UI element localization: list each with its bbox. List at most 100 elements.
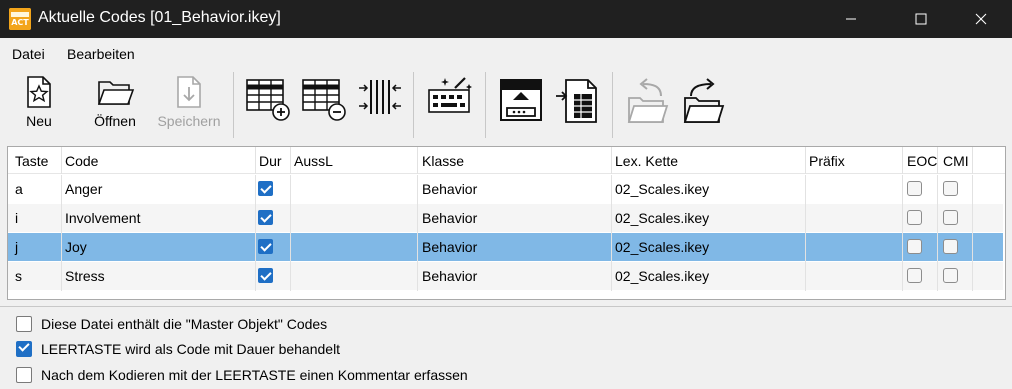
cell-klasse[interactable]: Behavior	[422, 239, 477, 255]
cell-cmi-checkbox[interactable]	[943, 239, 958, 254]
master-object-checkbox[interactable]	[16, 316, 32, 332]
cell-dur-checkbox[interactable]	[258, 210, 273, 225]
maximize-button[interactable]	[898, 0, 944, 38]
cell-lex-kette[interactable]: 02_Scales.ikey	[615, 239, 709, 255]
open-button[interactable]: Öffnen	[86, 74, 144, 138]
column-divider[interactable]	[805, 147, 806, 174]
column-divider	[417, 262, 418, 291]
space-comment-checkbox[interactable]	[16, 367, 32, 383]
menu-bar: Datei Bearbeiten	[0, 38, 1012, 68]
remove-row-button[interactable]	[298, 74, 350, 138]
magic-wand-keyboard-icon	[428, 77, 472, 113]
column-divider	[255, 262, 256, 291]
cell-cmi-checkbox[interactable]	[943, 268, 958, 283]
cell-dur-checkbox[interactable]	[258, 268, 273, 283]
svg-text:ACT: ACT	[11, 18, 29, 27]
column-divider[interactable]	[61, 147, 62, 174]
space-comment-option[interactable]: Nach dem Kodieren mit der LEERTASTE eine…	[16, 366, 468, 384]
space-duration-option[interactable]: LEERTASTE wird als Code mit Dauer behand…	[16, 340, 340, 358]
minimize-button[interactable]	[828, 0, 874, 38]
cell-eoc-checkbox[interactable]	[907, 210, 922, 225]
title-bar[interactable]: ACT Aktuelle Codes [01_Behavior.ikey]	[0, 0, 1012, 38]
cell-cmi-checkbox[interactable]	[943, 181, 958, 196]
column-divider[interactable]	[255, 147, 256, 174]
cell-lex-kette[interactable]: 02_Scales.ikey	[615, 268, 709, 284]
cell-dur-checkbox[interactable]	[258, 239, 273, 254]
cell-klasse[interactable]: Behavior	[422, 181, 477, 197]
column-header-cmi[interactable]: CMI	[943, 153, 971, 169]
import-device-button[interactable]	[494, 74, 548, 138]
table-row[interactable]: s Stress Behavior 02_Scales.ikey	[8, 262, 1003, 291]
column-divider[interactable]	[417, 147, 418, 174]
space-duration-checkbox[interactable]	[16, 341, 32, 357]
column-header-lex-kette[interactable]: Lex. Kette	[615, 153, 678, 169]
new-button[interactable]: Neu	[14, 74, 64, 138]
save-button-label: Speichern	[157, 113, 221, 129]
column-divider	[61, 233, 62, 262]
table-row[interactable]: i Involvement Behavior 02_Scales.ikey	[8, 204, 1003, 233]
cell-eoc-checkbox[interactable]	[907, 268, 922, 283]
column-divider[interactable]	[290, 147, 291, 174]
cell-taste[interactable]: a	[15, 181, 23, 197]
options-panel: Diese Datei enthält die "Master Objekt" …	[0, 306, 1012, 389]
master-object-option[interactable]: Diese Datei enthält die "Master Objekt" …	[16, 315, 327, 333]
cell-code[interactable]: Involvement	[65, 210, 140, 226]
cell-code[interactable]: Joy	[65, 239, 87, 255]
master-object-label: Diese Datei enthält die "Master Objekt" …	[41, 316, 328, 332]
toolbar-separator	[485, 72, 486, 138]
toolbar: Neu Öffnen Speichern	[0, 68, 1012, 142]
column-divider	[937, 262, 938, 291]
cell-klasse[interactable]: Behavior	[422, 210, 477, 226]
cell-code[interactable]: Stress	[65, 268, 105, 284]
column-header-eoc[interactable]: EOC	[907, 153, 937, 169]
cell-cmi-checkbox[interactable]	[943, 210, 958, 225]
column-divider	[805, 233, 806, 262]
column-header-aussl[interactable]: AussL	[294, 153, 333, 169]
cell-lex-kette[interactable]: 02_Scales.ikey	[615, 210, 709, 226]
cell-eoc-checkbox[interactable]	[907, 239, 922, 254]
cell-klasse[interactable]: Behavior	[422, 268, 477, 284]
column-header-dur[interactable]: Dur	[259, 153, 282, 169]
column-divider	[937, 204, 938, 233]
column-divider	[805, 262, 806, 291]
space-duration-label: LEERTASTE wird als Code mit Dauer behand…	[41, 341, 341, 357]
table-row[interactable]: j Joy Behavior 02_Scales.ikey	[8, 233, 1003, 262]
column-divider[interactable]	[902, 147, 903, 174]
column-divider	[611, 175, 612, 204]
column-header-klasse[interactable]: Klasse	[422, 153, 464, 169]
save-button[interactable]: Speichern	[155, 74, 223, 138]
column-divider[interactable]	[972, 147, 973, 174]
menu-bearbeiten[interactable]: Bearbeiten	[67, 46, 135, 62]
column-divider	[902, 204, 903, 233]
table-row[interactable]: a Anger Behavior 02_Scales.ikey	[8, 175, 1003, 204]
column-divider[interactable]	[611, 147, 612, 174]
toolbar-separator	[233, 72, 234, 138]
column-header-praefix[interactable]: Präfix	[809, 153, 845, 169]
column-divider	[611, 262, 612, 291]
column-width-button[interactable]	[355, 74, 405, 138]
export-list-button[interactable]	[552, 74, 604, 138]
column-divider	[937, 233, 938, 262]
codes-table[interactable]: Taste Code Dur AussL Klasse Lex. Kette P…	[7, 146, 1006, 300]
export-folder-button[interactable]	[678, 74, 728, 138]
cell-dur-checkbox[interactable]	[258, 181, 273, 196]
column-divider	[61, 262, 62, 291]
column-divider[interactable]	[937, 147, 938, 174]
column-header-taste[interactable]: Taste	[15, 153, 48, 169]
column-header-code[interactable]: Code	[65, 153, 98, 169]
cell-taste[interactable]: j	[15, 239, 18, 255]
cell-taste[interactable]: i	[15, 210, 18, 226]
menu-datei[interactable]: Datei	[12, 46, 45, 62]
add-row-button[interactable]	[242, 74, 294, 138]
table-add-icon	[246, 79, 290, 121]
cell-code[interactable]: Anger	[65, 181, 102, 197]
cell-taste[interactable]: s	[15, 268, 22, 284]
table-header: Taste Code Dur AussL Klasse Lex. Kette P…	[8, 147, 1005, 174]
column-divider	[805, 175, 806, 204]
auto-assign-button[interactable]	[424, 74, 476, 138]
import-folder-button[interactable]	[622, 74, 672, 138]
close-button[interactable]	[958, 0, 1004, 38]
column-divider	[902, 175, 903, 204]
cell-eoc-checkbox[interactable]	[907, 181, 922, 196]
cell-lex-kette[interactable]: 02_Scales.ikey	[615, 181, 709, 197]
